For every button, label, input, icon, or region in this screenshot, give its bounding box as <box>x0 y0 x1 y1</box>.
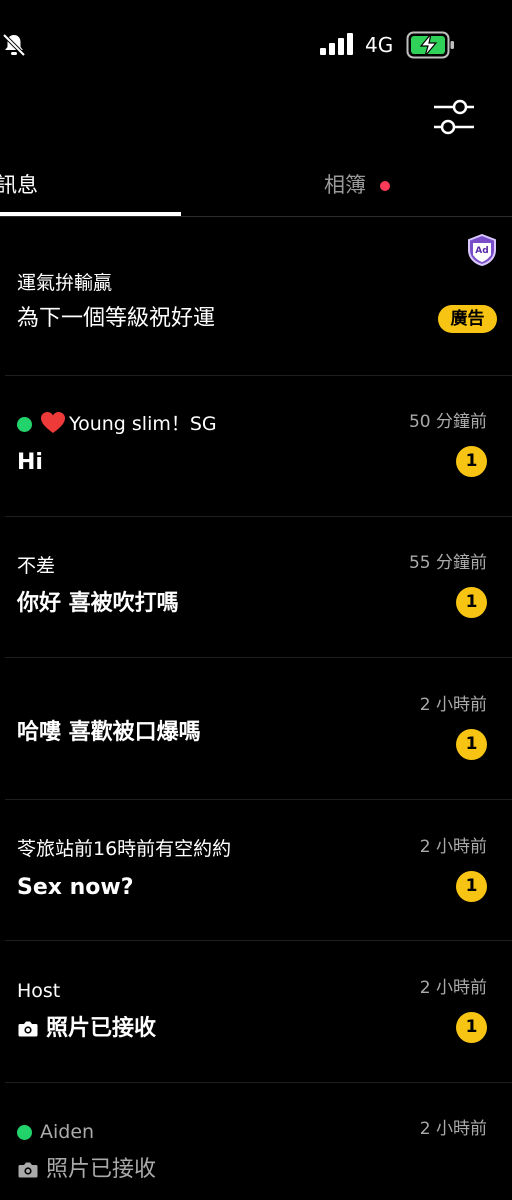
conversation-time: 2 小時前 <box>419 1119 487 1139</box>
tab-bar: 訊息 相簿 <box>0 160 512 218</box>
conversation-time: 2 小時前 <box>419 695 487 715</box>
conversation-time: 2 小時前 <box>419 837 487 857</box>
heart-icon <box>40 411 66 439</box>
conversation-message: 哈嘍 喜歡被口爆嗎 <box>17 720 201 745</box>
conversation-row[interactable]: Young slim！SG Hi 50 分鐘前 1 <box>0 376 512 517</box>
conversation-name: Host <box>17 980 61 1002</box>
conversation-name: Young slim！SG <box>69 413 217 435</box>
ad-badge: 廣告 <box>438 305 497 333</box>
conversation-name: 苓旅站前16時前有空約約 <box>17 838 232 860</box>
conversation-row[interactable]: 不差 你好 喜被吹打嗎 55 分鐘前 1 <box>0 517 512 658</box>
camera-icon <box>18 1020 38 1041</box>
filter-button[interactable] <box>430 95 478 139</box>
conversation-message: 你好 喜被吹打嗎 <box>17 591 179 616</box>
bell-muted-icon <box>2 32 26 62</box>
conversation-name: Aiden <box>40 1121 95 1143</box>
battery-charging-icon <box>406 31 456 63</box>
sliders-icon <box>430 99 478 143</box>
online-indicator <box>17 417 32 432</box>
conversation-row[interactable]: Aiden 照片已接收 2 小時前 <box>0 1083 512 1200</box>
ad-message: 為下一個等級祝好運 <box>17 306 216 331</box>
tab-messages[interactable]: 訊息 <box>0 170 38 200</box>
ad-row[interactable]: 運氣拚輸贏 為下一個等級祝好運 <box>0 235 512 376</box>
conversation-time: 55 分鐘前 <box>408 553 487 573</box>
conversation-row[interactable]: Host 照片已接收 2 小時前 1 <box>0 942 512 1083</box>
signal-icon <box>320 32 354 60</box>
online-indicator <box>17 1125 32 1140</box>
network-type: 4G <box>365 33 394 57</box>
ad-title: 運氣拚輸贏 <box>17 272 113 294</box>
unread-badge: 1 <box>456 729 487 760</box>
conversation-message: 照片已接收 <box>46 1016 157 1041</box>
unread-badge: 1 <box>456 1012 487 1043</box>
conversation-time: 50 分鐘前 <box>408 412 487 432</box>
divider <box>0 216 512 217</box>
conversation-row[interactable]: 哈嘍 喜歡被口爆嗎 2 小時前 1 <box>0 659 512 800</box>
conversation-message: Hi <box>17 450 43 475</box>
notification-dot <box>380 181 390 191</box>
unread-badge: 1 <box>456 446 487 477</box>
divider <box>5 940 512 941</box>
conversation-name: 不差 <box>17 555 56 577</box>
conversation-message: Sex now? <box>17 875 134 900</box>
tab-albums[interactable]: 相簿 <box>324 170 366 200</box>
unread-badge: 1 <box>456 587 487 618</box>
conversation-row[interactable]: 苓旅站前16時前有空約約 Sex now? 2 小時前 1 <box>0 800 512 941</box>
conversation-time: 2 小時前 <box>419 978 487 998</box>
status-bar: 4G <box>0 0 512 90</box>
camera-icon <box>18 1161 38 1182</box>
divider <box>5 657 512 658</box>
svg-text:Ad: Ad <box>475 246 488 256</box>
ad-shield-icon: Ad <box>467 233 497 270</box>
unread-badge: 1 <box>456 871 487 902</box>
conversation-message: 照片已接收 <box>46 1157 157 1182</box>
